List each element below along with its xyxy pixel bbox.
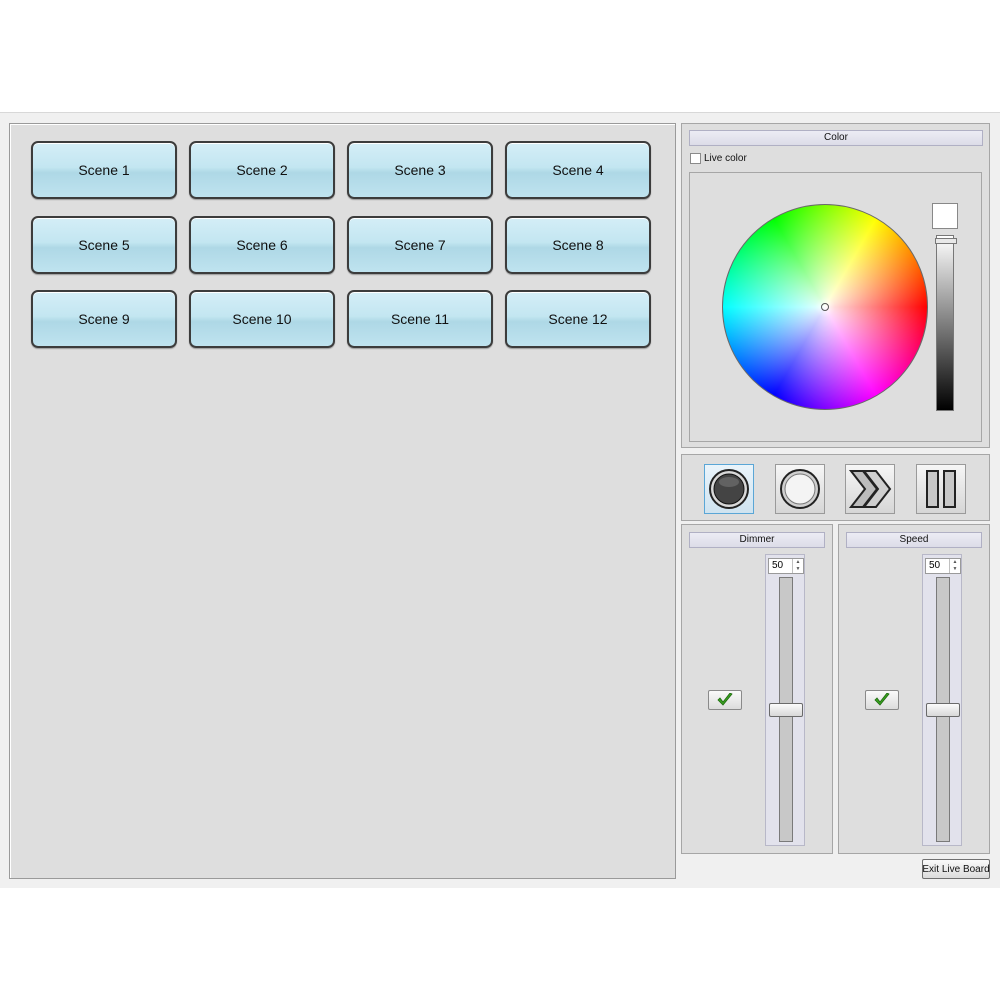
speed-enable-button[interactable] — [865, 690, 899, 710]
dimmer-value-spinbox[interactable]: 50 ▲ ▼ — [768, 558, 804, 574]
color-wheel-marker[interactable] — [821, 303, 829, 311]
dimmer-group: Dimmer 50 ▲ ▼ — [681, 524, 833, 854]
pause-button[interactable] — [916, 464, 966, 514]
live-color-checkbox-box[interactable] — [690, 153, 701, 164]
fast-forward-icon — [848, 470, 892, 508]
scene-button-5[interactable]: Scene 5 — [31, 216, 177, 274]
scene-button-6[interactable]: Scene 6 — [189, 216, 335, 274]
scene-button-3[interactable]: Scene 3 — [347, 141, 493, 199]
spin-arrows-icon[interactable]: ▲ ▼ — [949, 559, 960, 573]
scene-button-2[interactable]: Scene 2 — [189, 141, 335, 199]
fast-forward-button[interactable] — [845, 464, 895, 514]
stop-button[interactable] — [775, 464, 825, 514]
color-picker-area — [689, 172, 982, 442]
dimmer-slider-thumb[interactable] — [769, 702, 803, 717]
speed-group: Speed 50 ▲ ▼ — [838, 524, 990, 854]
speed-slider-thumb[interactable] — [926, 702, 960, 717]
speed-value: 50 — [929, 560, 941, 571]
speed-title: Speed — [846, 532, 982, 548]
record-icon — [709, 469, 749, 509]
spin-arrows-icon[interactable]: ▲ ▼ — [792, 559, 803, 573]
stop-icon — [780, 469, 820, 509]
scene-button-7[interactable]: Scene 7 — [347, 216, 493, 274]
color-group: Color Live color — [681, 123, 990, 448]
current-color-swatch — [932, 203, 958, 229]
checkmark-icon — [717, 693, 733, 706]
scene-button-11[interactable]: Scene 11 — [347, 290, 493, 348]
scene-button-1[interactable]: Scene 1 — [31, 141, 177, 199]
checkmark-icon — [874, 693, 890, 706]
dimmer-value: 50 — [772, 560, 784, 571]
speed-slider-container: 50 ▲ ▼ — [922, 554, 962, 846]
live-board-window: Scene 1 Scene 2 Scene 3 Scene 4 Scene 5 … — [0, 112, 1000, 888]
record-button[interactable] — [704, 464, 754, 514]
live-color-checkbox[interactable]: Live color — [690, 153, 747, 164]
brightness-slider-handle[interactable] — [935, 238, 957, 244]
scene-button-12[interactable]: Scene 12 — [505, 290, 651, 348]
color-group-title: Color — [689, 130, 983, 146]
scene-button-9[interactable]: Scene 9 — [31, 290, 177, 348]
scene-panel: Scene 1 Scene 2 Scene 3 Scene 4 Scene 5 … — [9, 123, 676, 879]
scene-button-8[interactable]: Scene 8 — [505, 216, 651, 274]
scene-button-4[interactable]: Scene 4 — [505, 141, 651, 199]
brightness-slider[interactable] — [935, 235, 957, 411]
speed-value-spinbox[interactable]: 50 ▲ ▼ — [925, 558, 961, 574]
dimmer-title: Dimmer — [689, 532, 825, 548]
mode-buttons-group — [681, 454, 990, 521]
color-wheel[interactable] — [722, 204, 928, 410]
dimmer-enable-button[interactable] — [708, 690, 742, 710]
scene-button-10[interactable]: Scene 10 — [189, 290, 335, 348]
exit-live-board-button[interactable]: Exit Live Board — [922, 859, 990, 879]
pause-icon — [926, 470, 956, 508]
dimmer-slider-container: 50 ▲ ▼ — [765, 554, 805, 846]
live-color-label: Live color — [704, 153, 747, 164]
